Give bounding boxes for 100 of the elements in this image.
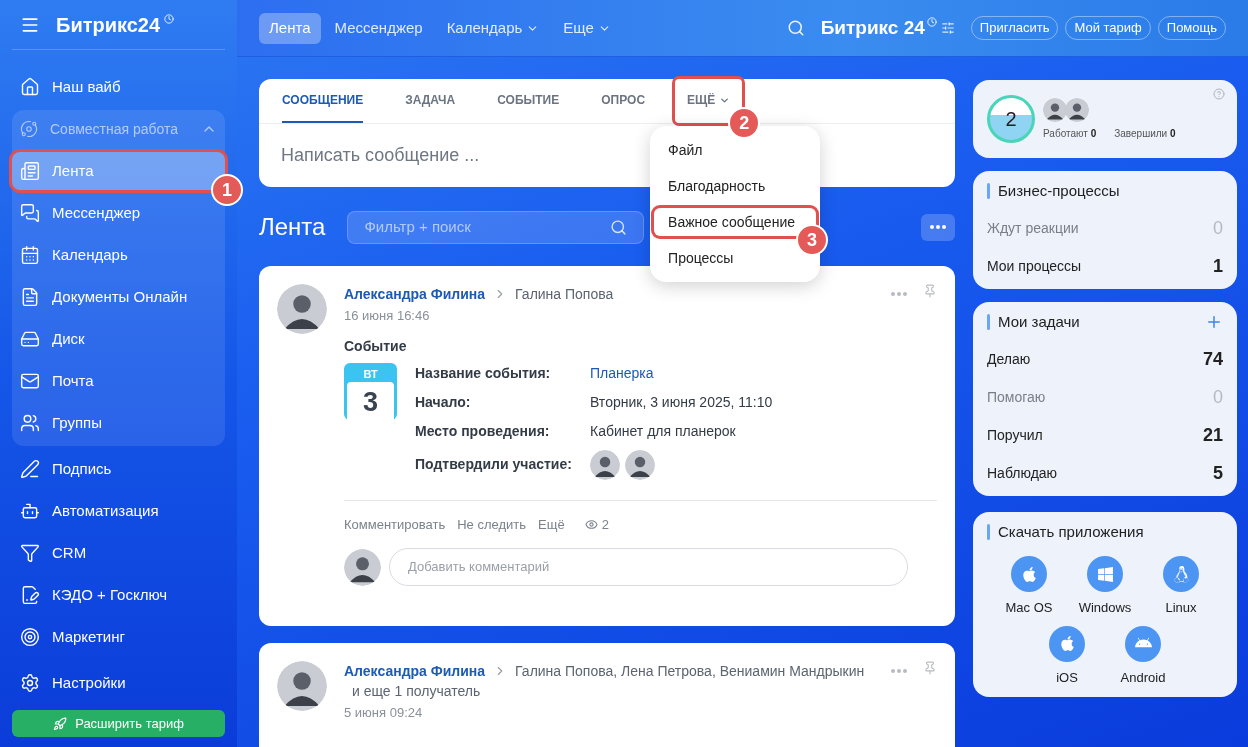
chat-icon bbox=[20, 203, 40, 223]
avatar bbox=[277, 661, 327, 711]
menu-item[interactable]: Благодарность bbox=[654, 172, 817, 200]
field-label: Начало: bbox=[415, 392, 472, 412]
nav-item[interactable]: Наш вайб bbox=[12, 68, 225, 106]
app-button[interactable] bbox=[1049, 625, 1085, 662]
avatar bbox=[625, 449, 655, 480]
card-title: Бизнес-процессы bbox=[998, 180, 1121, 201]
recipients: Галина Попова, Лена Петрова, Вениамин Мандрыкин bbox=[515, 662, 865, 681]
top-tab[interactable]: Еще bbox=[553, 12, 621, 44]
row-label[interactable]: Наблюдаю bbox=[987, 462, 1058, 484]
row-count: 21 bbox=[1202, 423, 1223, 447]
app-label[interactable]: Android bbox=[1120, 667, 1166, 687]
nav-item[interactable]: КЭДО + Госключ bbox=[12, 576, 225, 614]
calendar-badge: ВТ 3 bbox=[344, 362, 397, 420]
post-date: 16 июня 16:46 bbox=[344, 307, 431, 325]
nav-item[interactable]: Настройки bbox=[12, 664, 225, 702]
field-value: Кабинет для планерок bbox=[590, 421, 736, 441]
avatar bbox=[344, 548, 381, 586]
nav-item[interactable]: Группы bbox=[12, 404, 225, 442]
drive-icon bbox=[20, 329, 40, 349]
more-icon[interactable] bbox=[930, 225, 946, 229]
logo[interactable]: Битрикс24 bbox=[56, 9, 161, 40]
calendar-icon bbox=[20, 245, 40, 265]
pin-icon[interactable] bbox=[923, 284, 937, 298]
recipients: Галина Попова bbox=[515, 285, 614, 304]
top-tab[interactable]: Календарь bbox=[436, 12, 550, 44]
document-icon bbox=[20, 161, 40, 181]
more-icon[interactable] bbox=[891, 292, 907, 296]
nav-item[interactable]: Диск bbox=[12, 320, 225, 358]
message-field[interactable]: Написать сообщение ... bbox=[281, 142, 480, 169]
row-label[interactable]: Ждут реакции bbox=[987, 217, 1079, 239]
sliders-icon[interactable] bbox=[940, 21, 955, 35]
field-label: Место проведения: bbox=[415, 421, 551, 441]
event-link[interactable]: Планерка bbox=[590, 362, 654, 384]
field-value: Вторник, 3 июня 2025, 11:10 bbox=[590, 392, 773, 412]
app-label[interactable]: iOS bbox=[1056, 667, 1078, 687]
row-label[interactable]: Помогаю bbox=[987, 386, 1046, 408]
app-button[interactable] bbox=[1087, 556, 1123, 592]
row-count: 1 bbox=[1213, 254, 1223, 278]
pen-icon bbox=[20, 459, 40, 479]
presence-stat: Завершили 0 bbox=[1114, 126, 1176, 141]
app-button[interactable] bbox=[1125, 625, 1161, 662]
nav-item[interactable]: Автоматизация bbox=[12, 492, 225, 530]
people-icon bbox=[20, 413, 40, 433]
row-count: 0 bbox=[1213, 216, 1223, 240]
nav-item[interactable]: Календарь bbox=[12, 236, 225, 274]
field-label: Название события: bbox=[415, 363, 552, 383]
search-icon[interactable] bbox=[786, 19, 805, 37]
upgrade-button[interactable]: Расширить тариф bbox=[12, 710, 225, 737]
nav-item[interactable]: Подпись bbox=[12, 450, 225, 488]
feed-title: Лента bbox=[259, 212, 326, 242]
top-tab[interactable]: Мессенджер bbox=[324, 12, 433, 44]
home-icon bbox=[20, 77, 40, 97]
app-label[interactable]: Linux bbox=[1165, 598, 1197, 618]
composer-tab[interactable]: СОБЫТИЕ bbox=[497, 79, 560, 123]
penguin-icon bbox=[1172, 565, 1190, 583]
step-badge: 3 bbox=[796, 224, 829, 256]
app-label[interactable]: Windows bbox=[1078, 598, 1132, 618]
nav-item[interactable]: Документы Онлайн bbox=[12, 278, 225, 316]
row-count: 74 bbox=[1202, 347, 1223, 371]
step-badge: 2 bbox=[728, 107, 761, 139]
orbit-icon bbox=[20, 120, 38, 138]
app-label[interactable]: Mac OS bbox=[1005, 598, 1053, 618]
row-label[interactable]: Мои процессы bbox=[987, 255, 1082, 277]
author-link[interactable]: Александра Филина bbox=[344, 661, 486, 681]
menu-item[interactable]: Файл bbox=[654, 136, 817, 164]
more-icon[interactable] bbox=[891, 669, 907, 673]
composer-tab[interactable]: ОПРОС bbox=[601, 79, 646, 123]
apple-icon bbox=[1020, 565, 1038, 583]
funnel-icon bbox=[20, 543, 40, 563]
brand-logo: Битрикс 24 bbox=[820, 15, 925, 40]
composer-tab[interactable]: ЗАДАЧА bbox=[405, 79, 456, 123]
presence-counter: 2 bbox=[987, 95, 1035, 143]
row-count: 0 bbox=[1213, 385, 1223, 409]
nav-item[interactable]: CRM bbox=[12, 534, 225, 572]
action-link[interactable]: Ещё bbox=[538, 514, 565, 534]
row-label[interactable]: Делаю bbox=[987, 348, 1031, 370]
row-count: 5 bbox=[1213, 461, 1223, 485]
post-date: 5 июня 09:24 bbox=[344, 704, 424, 722]
help-icon[interactable] bbox=[1213, 88, 1225, 100]
nav-item[interactable]: Маркетинг bbox=[12, 618, 225, 656]
eye-icon bbox=[584, 517, 598, 531]
top-tab[interactable]: Лента bbox=[259, 12, 321, 44]
more-recipients[interactable]: и еще 1 получатель bbox=[344, 681, 883, 701]
target-icon bbox=[20, 627, 40, 647]
row-label[interactable]: Поручил bbox=[987, 424, 1043, 446]
pin-icon[interactable] bbox=[923, 661, 937, 675]
plus-icon[interactable] bbox=[1205, 313, 1223, 331]
app-button[interactable] bbox=[1011, 556, 1047, 592]
avatar bbox=[590, 449, 620, 480]
composer-tab[interactable]: СООБЩЕНИЕ bbox=[282, 79, 364, 123]
robot-icon bbox=[20, 501, 40, 521]
author-link[interactable]: Александра Филина bbox=[344, 284, 486, 304]
nav-item[interactable]: Почта bbox=[12, 362, 225, 400]
more-button[interactable] bbox=[921, 213, 955, 241]
app-button[interactable] bbox=[1163, 556, 1199, 592]
action-link[interactable]: Комментировать bbox=[344, 514, 446, 534]
card-title: Мои задачи bbox=[998, 311, 1081, 332]
action-link[interactable]: Не следить bbox=[457, 514, 527, 534]
